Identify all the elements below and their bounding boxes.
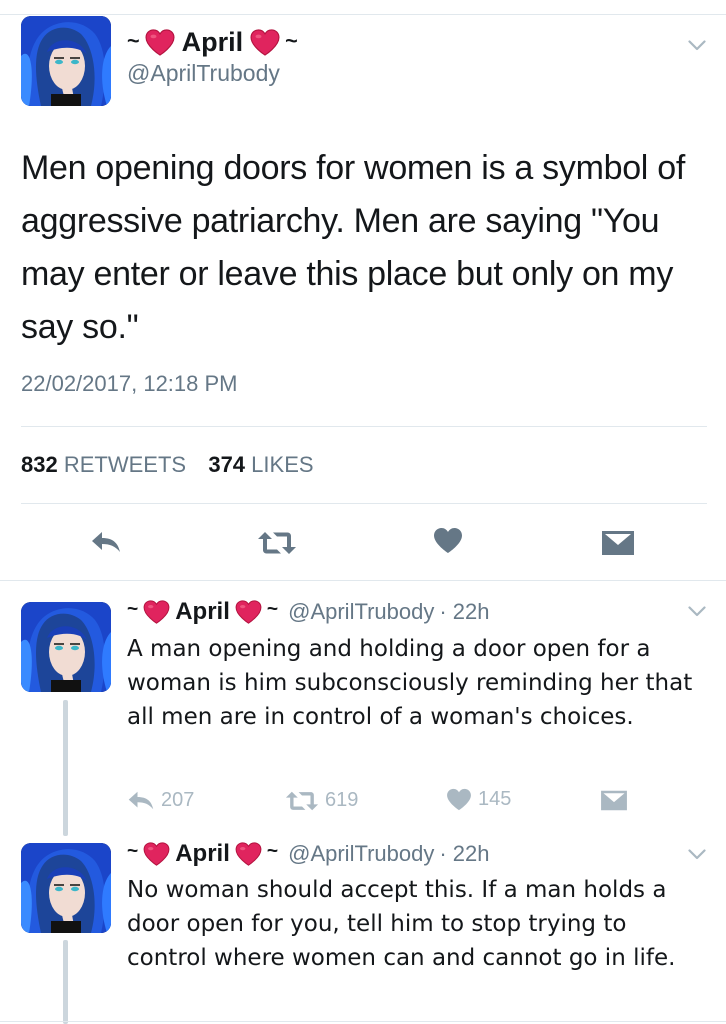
reply-header: ~ April ~ @AprilTrubody · 22h — [127, 840, 490, 868]
retweet-button[interactable]: 619 — [285, 789, 358, 812]
direct-message-icon — [600, 790, 628, 811]
reply-text: No woman should accept this. If a man ho… — [127, 877, 676, 971]
user-handle[interactable]: @AprilTrubody — [288, 841, 434, 867]
divider — [21, 426, 707, 427]
display-name[interactable]: ~ April ~ — [127, 27, 298, 58]
retweet-button[interactable] — [257, 530, 297, 556]
name-suffix: ~ — [266, 599, 279, 620]
direct-message-icon — [601, 530, 635, 556]
heart-emoji-icon — [235, 600, 262, 624]
retweets-label[interactable]: RETWEETS — [64, 452, 186, 477]
reply-header: ~ April ~ @AprilTrubody · 22h — [127, 598, 490, 626]
heart-emoji-icon — [250, 29, 280, 56]
reply-icon — [90, 530, 122, 554]
display-name[interactable]: April — [175, 840, 230, 868]
like-button[interactable]: 145 — [446, 788, 511, 811]
thread-connector — [63, 700, 68, 836]
divider — [0, 580, 726, 581]
tweet-time[interactable]: · 22h — [439, 841, 489, 867]
heart-emoji-icon — [145, 29, 175, 56]
divider — [0, 1021, 726, 1022]
top-divider — [0, 14, 726, 15]
like-icon — [433, 527, 463, 554]
name-prefix: ~ — [127, 841, 139, 862]
reply-text: A man opening and holding a door open fo… — [127, 636, 693, 730]
reply-button[interactable] — [90, 530, 122, 554]
avatar-image — [21, 16, 111, 106]
tweet-text: Men opening doors for women is a symbol … — [21, 149, 685, 346]
likes-count[interactable]: 374 — [208, 452, 245, 477]
avatar-image — [21, 843, 111, 933]
thread-connector — [63, 940, 68, 1024]
heart-emoji-icon — [143, 842, 170, 866]
name-text: April — [181, 27, 244, 57]
chevron-down-icon[interactable] — [688, 40, 706, 51]
retweets-count[interactable]: 832 — [21, 452, 58, 477]
avatar-image — [21, 602, 111, 692]
chevron-down-icon[interactable] — [688, 849, 706, 860]
heart-emoji-icon — [235, 842, 262, 866]
name-prefix: ~ — [127, 599, 139, 620]
like-count: 145 — [478, 788, 512, 810]
tweet-time[interactable]: · 22h — [439, 599, 489, 625]
reply-button[interactable]: 207 — [127, 789, 194, 812]
tweet-timestamp[interactable]: 22/02/2017, 12:18 PM — [21, 371, 238, 397]
avatar[interactable] — [21, 16, 111, 106]
user-handle[interactable]: @AprilTrubody — [288, 599, 434, 625]
likes-label[interactable]: LIKES — [251, 452, 313, 477]
retweet-icon — [257, 530, 297, 556]
avatar[interactable] — [21, 843, 111, 933]
like-button[interactable] — [433, 527, 463, 554]
retweet-icon — [285, 790, 319, 812]
direct-message-button[interactable] — [600, 790, 628, 811]
direct-message-button[interactable] — [601, 530, 635, 556]
display-name[interactable]: April — [175, 598, 230, 626]
reply-icon — [127, 790, 155, 811]
name-suffix: ~ — [266, 841, 279, 862]
chevron-down-icon[interactable] — [688, 606, 706, 617]
name-suffix: ~ — [285, 27, 298, 53]
retweet-count: 619 — [325, 789, 359, 811]
divider — [21, 503, 707, 504]
tweet-stats: 832 RETWEETS 374 LIKES — [21, 452, 314, 478]
reply-count: 207 — [161, 789, 195, 811]
user-handle[interactable]: @AprilTrubody — [127, 60, 280, 87]
name-prefix: ~ — [127, 27, 140, 53]
heart-emoji-icon — [143, 600, 170, 624]
avatar[interactable] — [21, 602, 111, 692]
like-icon — [446, 788, 472, 811]
